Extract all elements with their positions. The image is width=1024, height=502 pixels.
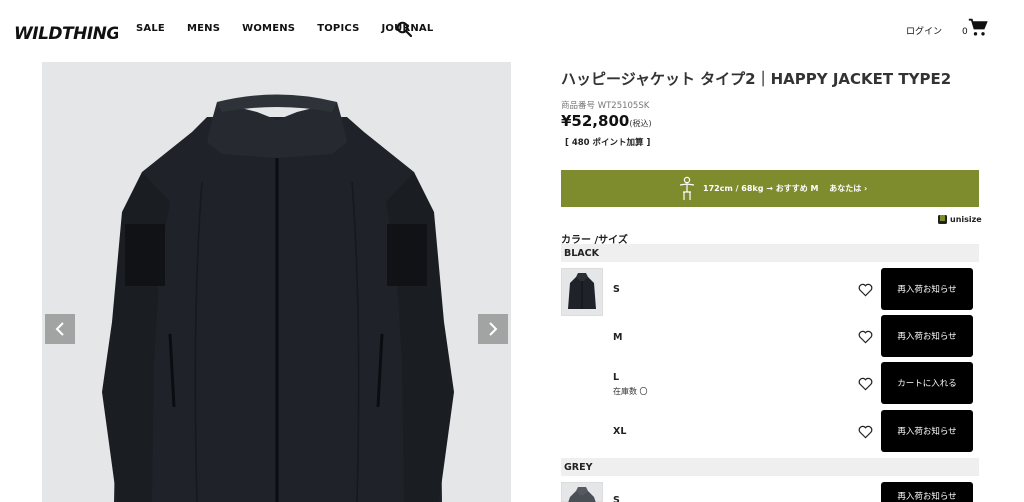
stock-status: 在庫数 〇	[613, 387, 648, 396]
unisize-recommend-button[interactable]: 172cm / 68kg → おすすめ M あなたは ›	[561, 170, 979, 207]
chevron-right-icon	[489, 322, 498, 336]
product-gallery	[42, 62, 511, 502]
color-thumbnail-black[interactable]	[561, 268, 603, 316]
login-link[interactable]: ログイン	[906, 24, 942, 37]
restock-notify-button[interactable]: 再入荷お知らせ	[881, 268, 973, 310]
nav-sale[interactable]: SALE	[136, 23, 165, 34]
product-image	[102, 94, 454, 502]
unisize-logo-text: unisize	[950, 215, 982, 224]
nav-topics[interactable]: TOPICS	[317, 23, 359, 34]
unisize-mark-icon	[938, 215, 947, 224]
product-title: ハッピージャケット タイプ2｜HAPPY JACKET TYPE2	[561, 70, 952, 88]
size-label: M	[613, 332, 623, 343]
cart-button[interactable]: 0	[960, 18, 988, 40]
heart-icon[interactable]	[858, 377, 873, 391]
restock-notify-button[interactable]: 再入荷お知らせ	[881, 410, 973, 452]
jacket-thumbnail-image	[568, 487, 596, 502]
unisize-recommend-text: 172cm / 68kg → おすすめ M あなたは ›	[703, 184, 868, 193]
unisize-logo: unisize	[938, 215, 982, 224]
price-value: ¥52,800	[561, 112, 630, 130]
restock-notify-button[interactable]: 再入荷お知らせ	[881, 315, 973, 357]
search-icon[interactable]	[396, 21, 412, 37]
next-image-button[interactable]	[478, 314, 508, 344]
size-label: S	[613, 284, 620, 295]
heart-icon[interactable]	[858, 330, 873, 344]
size-label: L	[613, 372, 620, 383]
color-header-grey: GREY	[561, 458, 979, 476]
nav-womens[interactable]: WOMENS	[242, 23, 295, 34]
heart-icon[interactable]	[858, 425, 873, 439]
svg-text:WILDTHINGS: WILDTHINGS	[14, 24, 118, 44]
color-header-black: BLACK	[561, 244, 979, 262]
prev-image-button[interactable]	[45, 314, 75, 344]
heart-icon[interactable]	[858, 283, 873, 297]
price-tax-label: (税込)	[629, 119, 652, 128]
chevron-left-icon	[55, 322, 64, 336]
product-sku: 商品番号 WT25105SK	[561, 101, 650, 111]
product-price: ¥52,800(税込)	[561, 112, 652, 130]
size-label: S	[613, 495, 620, 502]
restock-notify-button[interactable]: 再入荷お知らせ	[881, 482, 973, 502]
nav-mens[interactable]: MENS	[187, 23, 220, 34]
person-figure-icon	[679, 176, 695, 200]
site-header: WILDTHINGS SALE MENS WOMENS TOPICS JOURN…	[0, 0, 1024, 60]
color-thumbnail-grey[interactable]	[561, 482, 603, 502]
add-to-cart-button[interactable]: カートに入れる	[881, 362, 973, 404]
jacket-thumbnail-image	[568, 273, 596, 309]
points-label: [ 480 ポイント加算 ]	[565, 138, 651, 148]
cart-count: 0	[962, 27, 968, 37]
cart-icon	[968, 18, 988, 36]
size-label: XL	[613, 426, 627, 437]
wildthings-logo[interactable]: WILDTHINGS	[14, 16, 118, 46]
